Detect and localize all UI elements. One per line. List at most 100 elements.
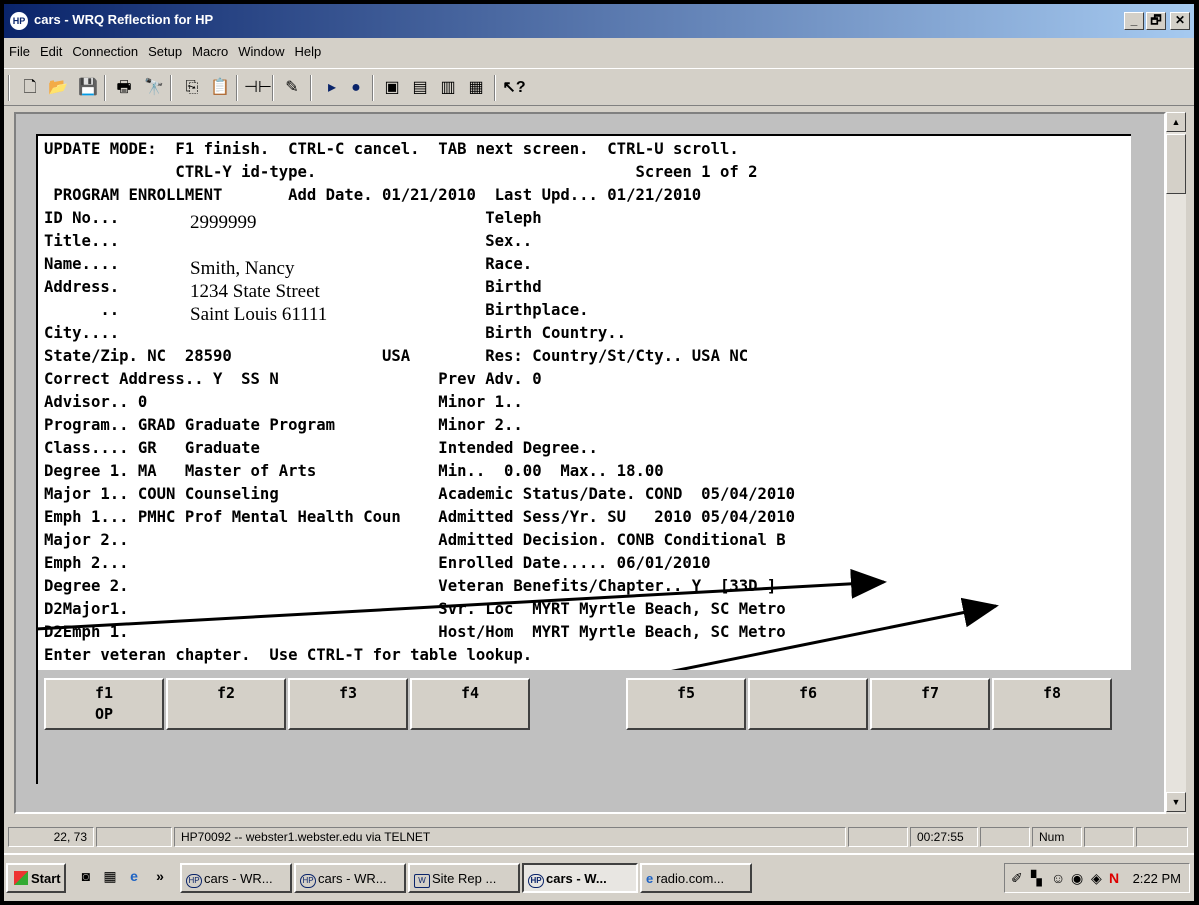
id-overlay: 2999999 (190, 212, 257, 233)
screen4-icon[interactable]: ▦ (464, 76, 488, 100)
hp-icon: HP (300, 874, 316, 888)
tray-pen-icon[interactable]: ✐ (1011, 870, 1023, 887)
vertical-scrollbar[interactable]: ▲ ▼ (1166, 112, 1186, 814)
scroll-thumb[interactable] (1166, 134, 1186, 194)
f6-button[interactable]: f6 (748, 678, 868, 730)
close-button[interactable]: ✕ (1170, 12, 1190, 30)
record-icon[interactable]: ● (344, 76, 368, 100)
menu-connection[interactable]: Connection (67, 40, 143, 59)
task-label: cars - WR... (318, 871, 387, 886)
f4-button[interactable]: f4 (410, 678, 530, 730)
f3-label: f3 (338, 684, 358, 702)
tray-diamond-icon[interactable]: ◈ (1091, 870, 1102, 887)
scroll-down-icon[interactable]: ▼ (1166, 792, 1186, 812)
screen2-icon[interactable]: ▤ (408, 76, 432, 100)
f7-button[interactable]: f7 (870, 678, 990, 730)
title-bar[interactable]: HP cars - WRQ Reflection for HP _ 🗗 ✕ (4, 4, 1194, 38)
minimize-button[interactable]: _ (1124, 12, 1144, 30)
copy-icon[interactable]: ⎘ (180, 76, 204, 100)
f1-button[interactable]: f1 OP (44, 678, 164, 730)
start-label: Start (31, 871, 61, 886)
f8-button[interactable]: f8 (992, 678, 1112, 730)
terminal-line: D2Emph 1. Host/Hom MYRT Myrtle Beach, SC… (44, 623, 786, 641)
terminal-line: D2Major1. Svr. Loc MYRT Myrtle Beach, SC… (44, 600, 786, 618)
find-icon[interactable]: 🔭 (142, 76, 166, 100)
menu-edit[interactable]: Edit (35, 40, 67, 59)
task-cars-active[interactable]: HP cars - W... (522, 863, 638, 893)
menu-file[interactable]: File (4, 40, 35, 59)
terminal-line: State/Zip. NC 28590 USA Res: Country/St/… (44, 347, 749, 365)
task-radio[interactable]: e radio.com... (640, 863, 752, 893)
f2-button[interactable]: f2 (166, 678, 286, 730)
task-cars-1[interactable]: HP cars - WR... (180, 863, 292, 893)
terminal-line: PROGRAM ENROLLMENT Add Date. 01/21/2010 … (44, 186, 702, 204)
windows-logo-icon (14, 871, 28, 885)
open-icon[interactable]: 📂 (46, 76, 70, 100)
task-cars-2[interactable]: HP cars - WR... (294, 863, 406, 893)
terminal-line: Enter veteran chapter. Use CTRL-T for ta… (44, 646, 533, 664)
terminal-line: Degree 1. MA Master of Arts Min.. 0.00 M… (44, 462, 664, 480)
f1-label: f1 (94, 684, 114, 702)
city-overlay: Saint Louis 61111 (190, 304, 328, 325)
f2-label: f2 (216, 684, 236, 702)
status-blank (848, 827, 908, 847)
paste-icon[interactable]: 📋 (208, 76, 232, 100)
f5-label: f5 (676, 684, 696, 702)
screen1-icon[interactable]: ▣ (380, 76, 404, 100)
ie-icon: e (646, 871, 654, 886)
address-overlay: 1234 State Street (190, 281, 320, 302)
hp-icon: HP (186, 874, 202, 888)
media-icon[interactable]: ▦ (100, 868, 120, 888)
menu-macro[interactable]: Macro (187, 40, 233, 59)
screen3-icon[interactable]: ▥ (436, 76, 460, 100)
terminal-line: Program.. GRAD Graduate Program Minor 2.… (44, 416, 523, 434)
status-blank (980, 827, 1030, 847)
tray-n-icon[interactable]: N (1109, 870, 1119, 886)
macro-icon[interactable]: ✎ (280, 76, 304, 100)
play-icon[interactable]: ▸ (320, 76, 344, 100)
terminal-line: City.... Birth Country.. (44, 324, 627, 342)
connect-icon[interactable]: ⊣⊢ (244, 76, 272, 100)
help-icon[interactable]: ↖? (502, 76, 526, 100)
menu-setup[interactable]: Setup (143, 40, 187, 59)
name-overlay: Smith, Nancy (190, 258, 295, 279)
terminal-line: ID No... Teleph (44, 209, 542, 227)
connection-status: HP70092 -- webster1.webster.edu via TELN… (174, 827, 846, 847)
task-label: radio.com... (656, 871, 725, 886)
terminal-line: Major 1.. COUN Counseling Academic Statu… (44, 485, 796, 503)
toolbar-grip (8, 75, 10, 101)
status-blank (96, 827, 172, 847)
terminal-line: Title... Sex.. (44, 232, 533, 250)
status-blank (1084, 827, 1134, 847)
menu-help[interactable]: Help (290, 40, 327, 59)
f3-button[interactable]: f3 (288, 678, 408, 730)
function-key-bar: f1 OP f2 f3 f4 f5 f6 f7 f8 (38, 670, 1131, 784)
hp-app-icon[interactable]: HP (10, 12, 28, 30)
maximize-button[interactable]: 🗗 (1146, 12, 1166, 30)
window-title: cars - WRQ Reflection for HP (34, 12, 214, 27)
ie-icon[interactable]: e (124, 868, 144, 888)
scroll-up-icon[interactable]: ▲ (1166, 112, 1186, 132)
task-label: cars - W... (546, 871, 607, 886)
desktop-icon[interactable]: ◙ (76, 868, 96, 888)
toolbar-separator (170, 75, 172, 101)
terminal-line: Class.... GR Graduate Intended Degree.. (44, 439, 598, 457)
task-site-rep[interactable]: W Site Rep ... (408, 863, 520, 893)
menu-window[interactable]: Window (233, 40, 289, 59)
print-icon[interactable]: 🖶 (112, 76, 136, 100)
tray-shield-icon[interactable]: ◉ (1071, 870, 1083, 887)
start-button[interactable]: Start (6, 863, 66, 893)
toolbar-separator (310, 75, 312, 101)
f5-button[interactable]: f5 (626, 678, 746, 730)
terminal-frame: UPDATE MODE: F1 finish. CTRL-C cancel. T… (14, 112, 1166, 814)
tray-people-icon[interactable]: ☺ (1051, 870, 1065, 886)
system-tray: ✐ ▚ ☺ ◉ ◈ N 2:22 PM (1004, 863, 1190, 893)
terminal-screen[interactable]: UPDATE MODE: F1 finish. CTRL-C cancel. T… (36, 134, 1131, 784)
new-icon[interactable]: 🗋 (18, 76, 42, 100)
terminal-line: Advisor.. 0 Minor 1.. (44, 393, 523, 411)
tray-network-icon[interactable]: ▚ (1031, 870, 1042, 887)
save-icon[interactable]: 💾 (76, 76, 100, 100)
f1-sublabel: OP (94, 705, 114, 723)
quicklaunch-chevron[interactable]: » (150, 868, 170, 888)
toolbar-separator (494, 75, 496, 101)
